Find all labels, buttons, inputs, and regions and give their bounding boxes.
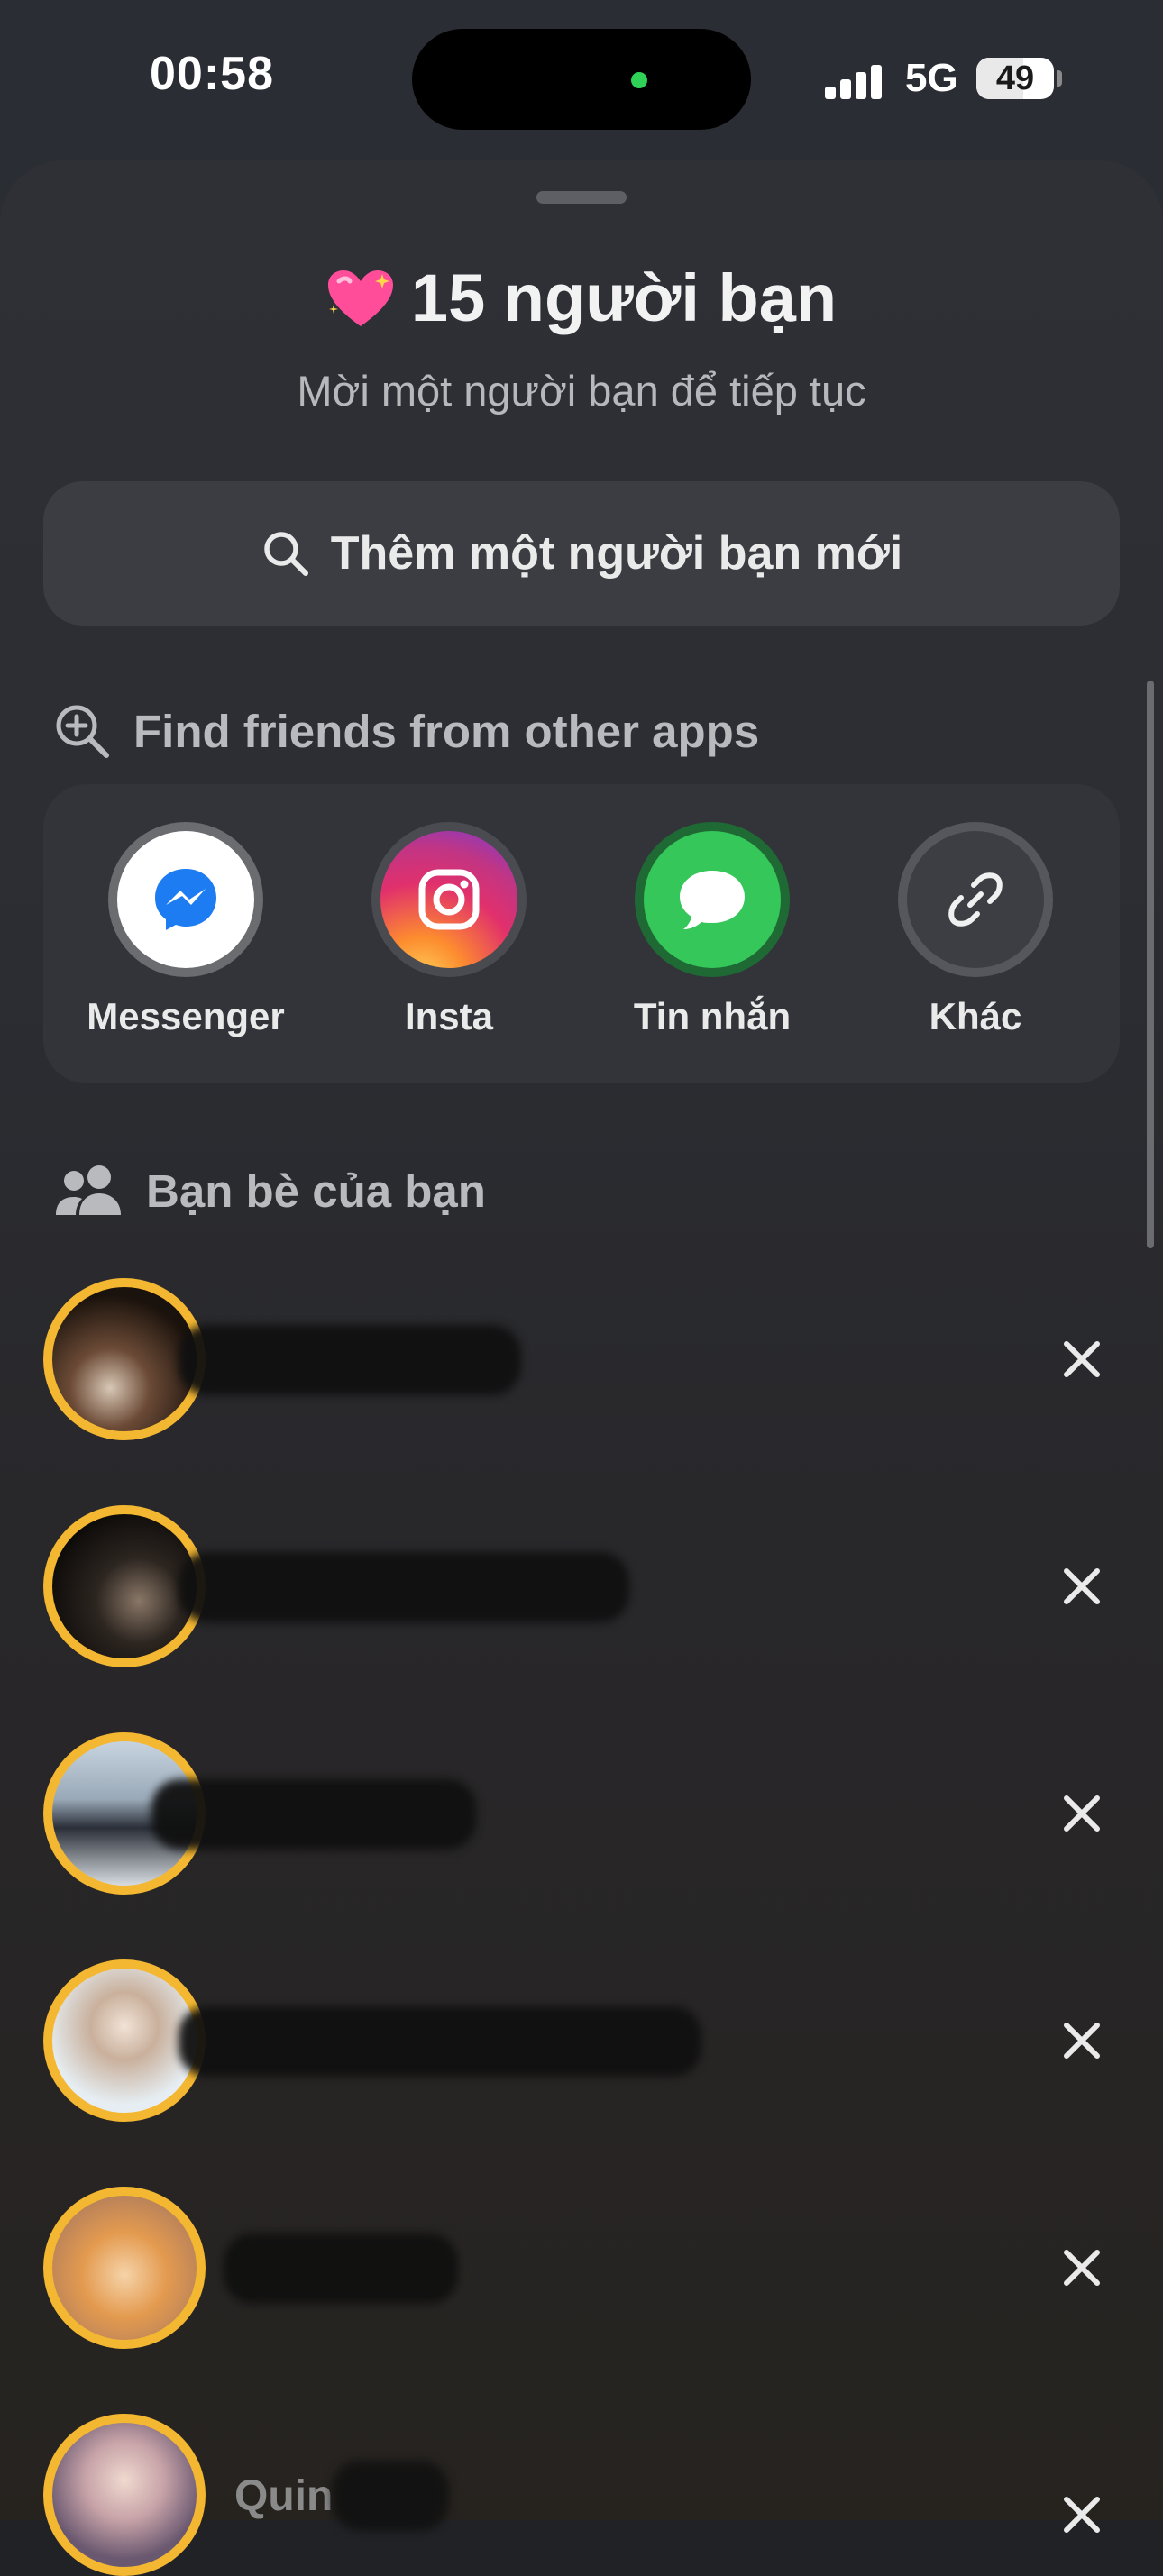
friend-row[interactable]: Quin	[43, 2414, 1120, 2576]
remove-friend-button[interactable]	[1044, 1321, 1120, 1397]
messenger-icon	[117, 831, 254, 968]
share-other-button[interactable]: Khác	[858, 822, 1093, 1038]
avatar[interactable]	[43, 2187, 206, 2349]
remove-friend-button[interactable]	[1044, 2477, 1120, 2553]
instagram-label: Insta	[404, 995, 494, 1037]
phone-screen: 00:58 5G 49 15 người bạn Mời một người b…	[0, 0, 1163, 2576]
other-ring	[898, 822, 1053, 977]
messenger-ring	[108, 822, 263, 977]
avatar-photo	[52, 2196, 197, 2340]
instagram-ring	[371, 822, 527, 977]
remove-friend-button[interactable]	[1044, 2003, 1120, 2078]
avatar-photo	[52, 1969, 197, 2113]
share-apps-card: Messenger Insta Tin nhắn Khác	[43, 784, 1120, 1083]
friend-name: Quin	[234, 2472, 334, 2520]
find-friends-header: Find friends from other apps	[52, 701, 759, 761]
network-type: 5G	[905, 56, 958, 100]
remove-friend-button[interactable]	[1044, 1548, 1120, 1624]
friend-row[interactable]	[43, 1278, 1120, 1440]
cellular-signal-icon	[825, 59, 884, 99]
close-icon	[1064, 1795, 1100, 1832]
search-placeholder: Thêm một người bạn mới	[330, 527, 903, 580]
close-icon	[1064, 2023, 1100, 2059]
friends-sheet: 15 người bạn Mời một người bạn để tiếp t…	[0, 160, 1163, 2576]
people-icon	[56, 1165, 121, 1215]
close-icon	[1064, 1341, 1100, 1377]
your-friends-header: Bạn bè của bạn	[52, 1161, 486, 1220]
search-icon	[264, 532, 308, 576]
battery-percent: 49	[995, 59, 1035, 97]
friend-row[interactable]	[43, 2187, 1120, 2349]
redacted-name	[151, 1779, 476, 1850]
avatar-photo	[52, 1514, 197, 1658]
remove-friend-button[interactable]	[1044, 2230, 1120, 2306]
your-friends-label: Bạn bè của bạn	[146, 1165, 486, 1217]
avatar[interactable]	[43, 2414, 206, 2576]
friend-row[interactable]	[43, 1959, 1120, 2122]
friend-row[interactable]	[43, 1732, 1120, 1895]
close-icon	[1064, 2250, 1100, 2286]
zoom-in-icon	[56, 705, 109, 758]
messenger-label: Messenger	[87, 995, 285, 1037]
sheet-title: 15 người bạn	[0, 260, 1163, 336]
messages-label: Tin nhắn	[633, 995, 792, 1037]
sparkling-heart-icon	[326, 266, 395, 334]
dynamic-island	[412, 29, 751, 130]
friend-count-title: 15 người bạn	[410, 260, 838, 335]
avatar-photo	[52, 2423, 197, 2567]
battery-icon: 49	[976, 58, 1054, 99]
link-icon	[907, 831, 1044, 968]
battery-tip	[1057, 70, 1062, 87]
messages-ring	[635, 822, 790, 977]
share-messenger-button[interactable]: Messenger	[69, 822, 303, 1038]
add-friend-search[interactable]: Thêm một người bạn mới	[43, 481, 1120, 626]
instagram-icon	[380, 831, 517, 968]
messages-icon	[644, 831, 781, 968]
close-icon	[1064, 2497, 1100, 2533]
redacted-name	[224, 2233, 458, 2304]
redacted-name	[179, 1325, 521, 1395]
scrollbar[interactable]	[1147, 681, 1154, 1248]
sheet-grabber[interactable]	[536, 191, 627, 204]
sheet-subtitle: Mời một người bạn để tiếp tục	[297, 367, 866, 415]
status-time: 00:58	[150, 48, 274, 100]
redaction-mark	[332, 2461, 449, 2531]
avatar-photo	[52, 1287, 197, 1431]
close-icon	[1064, 1568, 1100, 1604]
share-messages-button[interactable]: Tin nhắn	[595, 822, 829, 1038]
find-friends-label: Find friends from other apps	[133, 705, 760, 757]
redacted-name	[179, 1552, 629, 1622]
friend-row[interactable]	[43, 1505, 1120, 1667]
camera-indicator-dot	[631, 72, 647, 88]
redacted-name	[179, 2006, 701, 2077]
remove-friend-button[interactable]	[1044, 1776, 1120, 1851]
share-instagram-button[interactable]: Insta	[332, 822, 566, 1038]
other-label: Khác	[929, 995, 1022, 1037]
